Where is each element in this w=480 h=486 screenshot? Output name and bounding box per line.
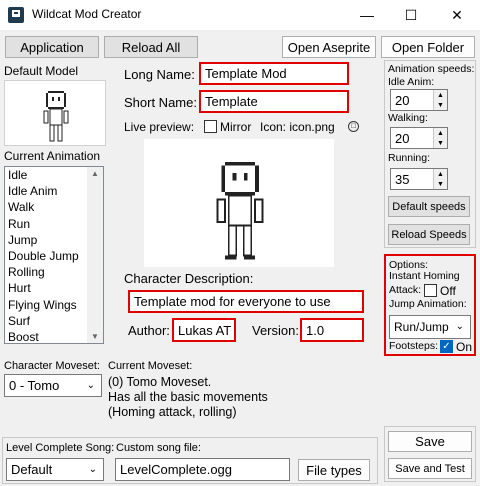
anim-speeds-label: Animation speeds:: [388, 63, 475, 75]
spin-up-icon[interactable]: ▲: [433, 90, 447, 100]
character-sprite-small-icon: [43, 91, 69, 142]
jump-anim-value: Run/Jump: [394, 320, 449, 334]
open-folder-button[interactable]: Open Folder: [381, 36, 475, 58]
scroll-up-icon[interactable]: ▲: [91, 169, 99, 178]
char-desc-label: Character Description:: [124, 271, 254, 286]
chevron-down-icon: ⌄: [455, 321, 464, 332]
chevron-down-icon: ⌄: [88, 463, 97, 475]
running-label: Running:: [388, 152, 431, 164]
char-desc-input[interactable]: Template mod for everyone to use: [128, 290, 364, 313]
instant-homing-checkbox[interactable]: [424, 284, 437, 297]
save-and-test-button[interactable]: Save and Test: [388, 458, 472, 479]
version-label: Version:: [252, 323, 299, 338]
open-aseprite-button[interactable]: Open Aseprite: [282, 36, 376, 58]
moveset-desc-line-2: Has all the basic movements: [108, 390, 268, 404]
icon-label: Icon: icon.png: [260, 120, 335, 134]
footsteps-label: Footsteps:: [389, 340, 439, 352]
long-name-input[interactable]: Template Mod: [199, 62, 349, 85]
custom-song-input[interactable]: LevelComplete.ogg: [115, 458, 290, 481]
current-moveset-label: Current Moveset:: [108, 360, 193, 372]
walking-spinner[interactable]: 20 ▲ ▼: [390, 127, 448, 149]
walking-label: Walking:: [388, 112, 428, 124]
application-button[interactable]: Application: [5, 36, 99, 58]
window-title: Wildcat Mod Creator: [32, 7, 142, 21]
char-moveset-label: Character Moveset:: [4, 360, 100, 372]
level-complete-select[interactable]: Default ⌄: [6, 458, 104, 481]
save-button[interactable]: Save: [388, 431, 472, 452]
version-input[interactable]: 1.0: [300, 318, 364, 342]
short-name-label: Short Name:: [124, 95, 197, 110]
app-icon: [8, 7, 24, 23]
reload-all-button[interactable]: Reload All: [104, 36, 198, 58]
spin-up-icon[interactable]: ▲: [433, 128, 447, 138]
jump-anim-label: Jump Animation:: [389, 298, 467, 310]
minimize-icon[interactable]: —: [344, 0, 390, 30]
level-complete-label: Level Complete Song:: [6, 442, 115, 454]
author-input[interactable]: Lukas AT: [172, 318, 236, 342]
chevron-down-icon: ⌄: [86, 379, 95, 391]
spin-up-icon[interactable]: ▲: [433, 169, 447, 179]
long-name-label: Long Name:: [124, 67, 195, 82]
custom-song-label: Custom song file:: [116, 442, 201, 454]
spin-down-icon[interactable]: ▼: [433, 100, 447, 110]
live-preview-canvas: [144, 139, 334, 267]
footsteps-on-label: On: [456, 340, 473, 354]
animation-list-scrollbar[interactable]: ▲ ▼: [87, 167, 103, 343]
short-name-input[interactable]: Template: [199, 90, 349, 113]
instant-homing-label: Instant Homing: [389, 270, 460, 282]
close-icon[interactable]: ✕: [434, 0, 480, 30]
jump-anim-select[interactable]: Run/Jump ⌄: [389, 315, 471, 339]
idle-anim-value: 20: [395, 93, 410, 108]
icon-preview-icon: □: [348, 121, 359, 132]
default-model-label: Default Model: [4, 64, 79, 78]
moveset-desc-line-1: (0) Tomo Moveset.: [108, 375, 212, 389]
char-moveset-select[interactable]: 0 - Tomo ⌄: [4, 374, 102, 397]
attack-label: Attack:: [389, 284, 422, 296]
author-label: Author:: [128, 323, 170, 338]
spin-down-icon[interactable]: ▼: [433, 179, 447, 189]
attack-off-label: Off: [440, 284, 456, 298]
walking-value: 20: [395, 131, 410, 146]
scroll-down-icon[interactable]: ▼: [91, 332, 99, 341]
character-sprite-large-icon: [216, 161, 264, 260]
current-animation-label: Current Animation: [4, 149, 101, 163]
idle-anim-label: Idle Anim:: [388, 76, 435, 88]
reload-speeds-button[interactable]: Reload Speeds: [388, 224, 470, 245]
running-value: 35: [395, 172, 410, 187]
running-spinner[interactable]: 35 ▲ ▼: [390, 168, 448, 190]
default-speeds-button[interactable]: Default speeds: [388, 196, 470, 217]
mirror-checkbox[interactable]: [204, 120, 217, 133]
idle-anim-spinner[interactable]: 20 ▲ ▼: [390, 89, 448, 111]
maximize-icon[interactable]: ☐: [388, 0, 434, 30]
footsteps-checkbox[interactable]: ✓: [440, 340, 453, 353]
live-preview-label: Live preview:: [124, 120, 195, 134]
mirror-label: Mirror: [220, 120, 252, 134]
level-complete-value: Default: [11, 462, 53, 477]
animation-list[interactable]: Idle Idle Anim Walk Run Jump Double Jump Rolli…: [4, 166, 104, 344]
default-model-preview: [4, 80, 106, 146]
file-types-button[interactable]: File types: [298, 459, 370, 481]
moveset-desc-line-3: (Homing attack, rolling): [108, 405, 237, 419]
char-moveset-value: 0 - Tomo: [9, 378, 60, 393]
spin-down-icon[interactable]: ▼: [433, 138, 447, 148]
